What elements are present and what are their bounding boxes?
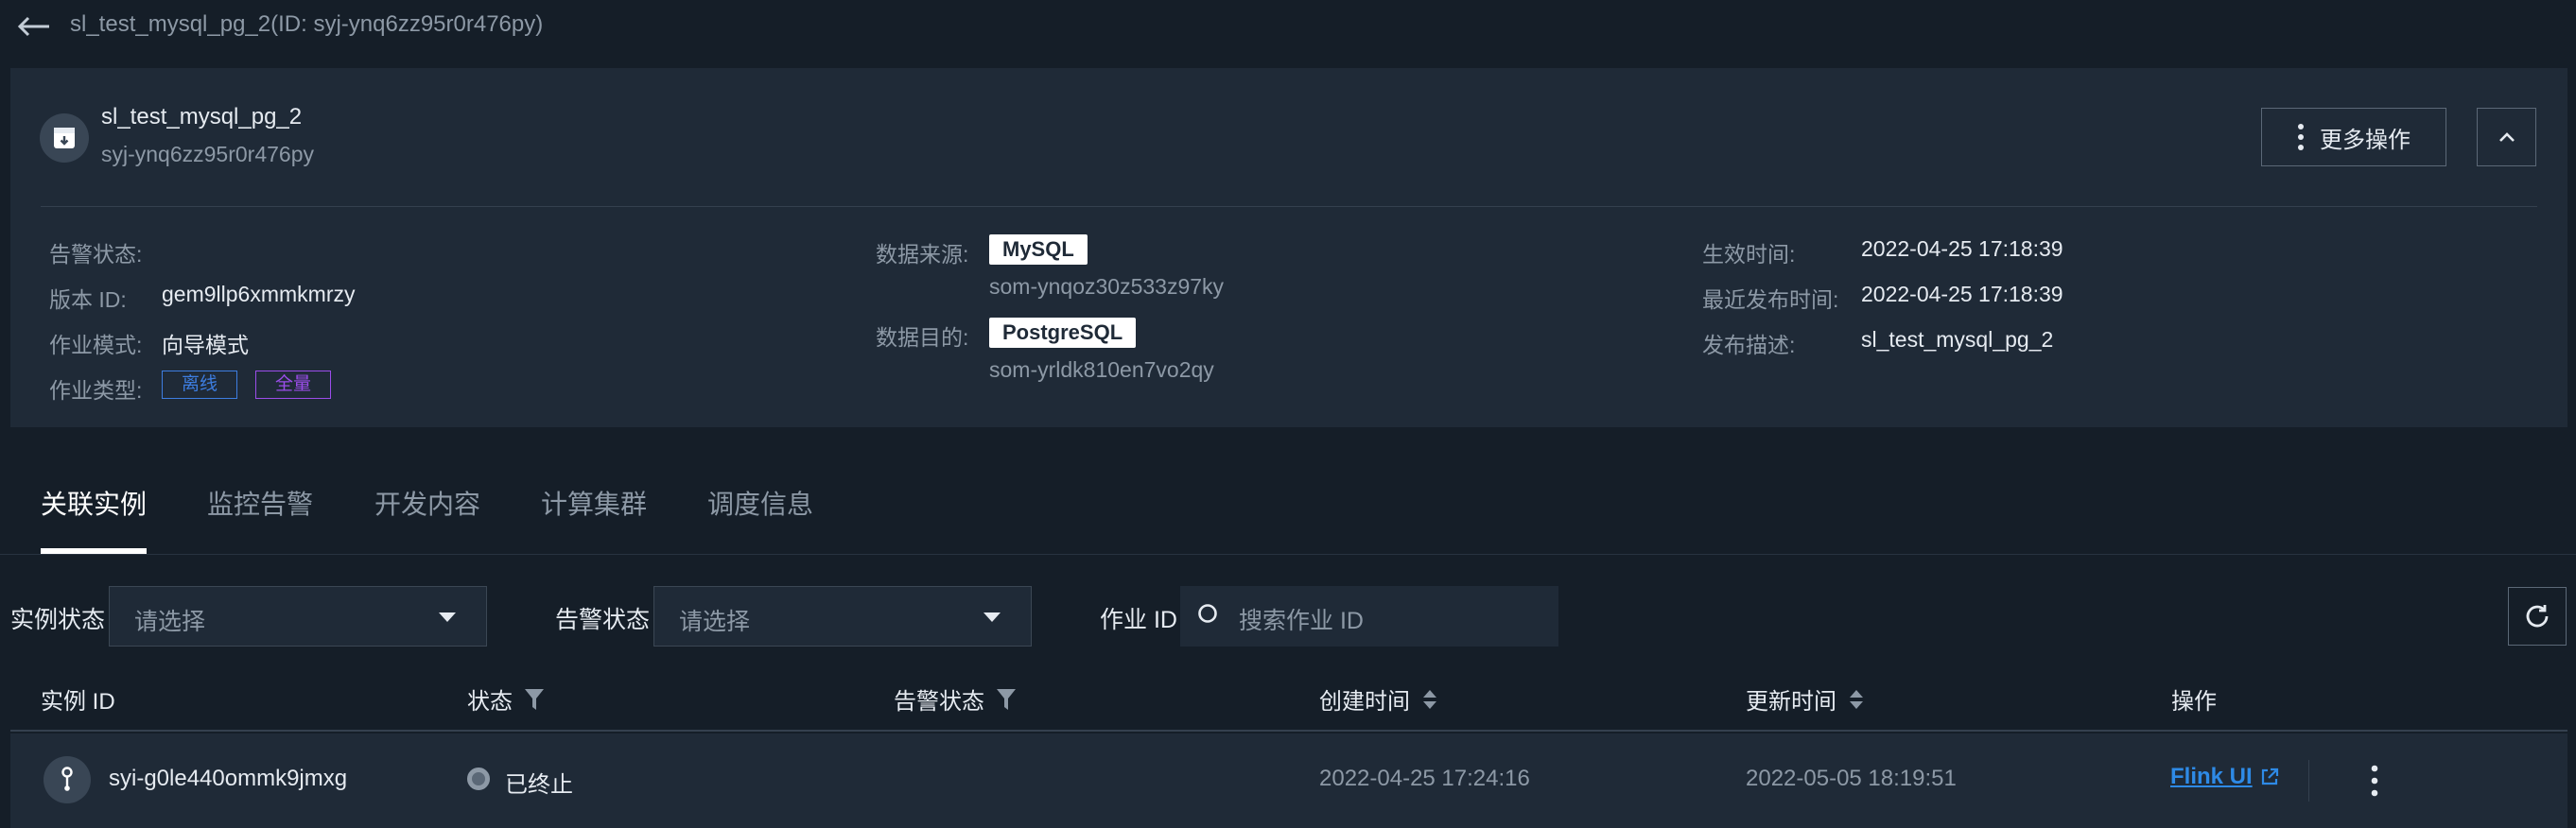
status-cell: 已终止 <box>505 772 573 798</box>
job-id: syj-ynq6zz95r0r476py <box>101 142 315 166</box>
publish-desc-label: 发布描述: <box>1702 333 1796 357</box>
sort-icon[interactable] <box>1421 688 1438 711</box>
job-type-tag-offline: 离线 <box>162 371 238 399</box>
column-status: 状态 <box>467 682 545 716</box>
collapse-button[interactable] <box>2477 108 2536 166</box>
job-mode-label: 作业模式: <box>49 333 143 357</box>
job-mode-value: 向导模式 <box>162 333 249 357</box>
table-row: syi-g0le440ommk9jmxg 已终止 2022-04-25 17:2… <box>10 733 2567 828</box>
tab-related-instances[interactable]: 关联实例 <box>41 484 147 522</box>
alarm-status-filter-label: 告警状态 <box>555 607 651 633</box>
more-vertical-icon <box>2298 124 2304 150</box>
external-link-icon <box>2261 768 2278 785</box>
job-id-filter-label: 作业 ID <box>1100 607 1177 633</box>
column-updated-time: 更新时间 <box>1746 682 1865 716</box>
last-publish-label: 最近发布时间: <box>1702 287 1839 312</box>
job-type-tag-full: 全量 <box>255 371 332 399</box>
more-actions-button[interactable]: 更多操作 <box>2261 108 2446 166</box>
row-more-actions-button[interactable] <box>2356 760 2393 802</box>
status-stopped-icon <box>467 768 490 790</box>
caret-down-icon <box>983 612 1001 622</box>
arrow-left-icon[interactable] <box>15 13 53 40</box>
more-vertical-icon <box>2371 765 2378 797</box>
sort-icon[interactable] <box>1848 688 1865 711</box>
tab-dev-content[interactable]: 开发内容 <box>374 484 480 522</box>
updated-time-cell: 2022-05-05 18:19:51 <box>1746 766 1957 791</box>
search-icon <box>1198 604 1217 623</box>
job-id-search-input[interactable]: 搜索作业 ID <box>1180 586 1558 647</box>
tab-compute-cluster[interactable]: 计算集群 <box>541 484 647 522</box>
source-id: som-ynqoz30z533z97ky <box>989 274 1225 299</box>
instance-icon <box>44 756 91 803</box>
filter-icon[interactable] <box>996 687 1017 712</box>
filter-icon[interactable] <box>524 687 545 712</box>
caret-down-icon <box>439 612 456 622</box>
flink-ui-link[interactable]: Flink UI <box>2170 764 2279 790</box>
last-publish-value: 2022-04-25 17:18:39 <box>1861 282 2063 306</box>
column-instance-id: 实例 ID <box>41 689 115 715</box>
chevron-up-icon <box>2498 132 2515 142</box>
refresh-icon <box>2526 605 2549 628</box>
instance-status-filter-label: 实例状态 <box>10 607 106 633</box>
publish-desc-value: sl_test_mysql_pg_2 <box>1861 327 2054 352</box>
alarm-status-select[interactable]: 请选择 <box>653 586 1032 647</box>
action-separator <box>2308 760 2309 802</box>
source-label: 数据来源: <box>876 242 969 267</box>
card-divider <box>41 206 2537 207</box>
effective-time-label: 生效时间: <box>1702 242 1796 267</box>
job-name: sl_test_mysql_pg_2 <box>101 104 303 129</box>
version-id-value: gem9llp6xmmkmrzy <box>162 282 356 306</box>
alarm-status-label: 告警状态: <box>49 242 143 267</box>
column-created-time: 创建时间 <box>1319 682 1438 716</box>
created-time-cell: 2022-04-25 17:24:16 <box>1319 766 1530 791</box>
column-actions: 操作 <box>2171 689 2217 715</box>
more-actions-label: 更多操作 <box>2320 127 2411 153</box>
table-header: 实例 ID 状态 告警状态 创建时间 更新时间 操作 <box>10 662 2567 732</box>
instance-status-placeholder: 请选择 <box>134 609 206 635</box>
alarm-status-placeholder: 请选择 <box>679 609 751 635</box>
job-type-label: 作业类型: <box>49 378 143 403</box>
target-label: 数据目的: <box>876 325 969 350</box>
instance-status-select[interactable]: 请选择 <box>109 586 487 647</box>
tabs-divider <box>0 554 2576 555</box>
column-alarm-status: 告警状态 <box>894 682 1017 716</box>
archive-icon <box>40 113 89 163</box>
page-title: sl_test_mysql_pg_2(ID: syj-ynq6zz95r0r47… <box>70 11 544 37</box>
job-id-search-placeholder: 搜索作业 ID <box>1239 608 1364 634</box>
tab-schedule-info[interactable]: 调度信息 <box>707 484 813 522</box>
tab-bar: 关联实例 监控告警 开发内容 计算集群 调度信息 <box>0 444 2576 556</box>
job-detail-card: sl_test_mysql_pg_2 syj-ynq6zz95r0r476py … <box>10 68 2567 427</box>
top-bar: sl_test_mysql_pg_2(ID: syj-ynq6zz95r0r47… <box>0 0 2576 53</box>
effective-time-value: 2022-04-25 17:18:39 <box>1861 236 2063 261</box>
source-type-tag: MySQL <box>989 234 1088 265</box>
version-id-label: 版本 ID: <box>49 287 127 312</box>
tab-monitoring-alerts[interactable]: 监控告警 <box>207 484 313 522</box>
target-type-tag: PostgreSQL <box>989 318 1137 348</box>
refresh-button[interactable] <box>2508 587 2567 646</box>
target-id: som-yrldk810en7vo2qy <box>989 357 1214 382</box>
instance-id-cell[interactable]: syi-g0le440ommk9jmxg <box>109 766 347 792</box>
